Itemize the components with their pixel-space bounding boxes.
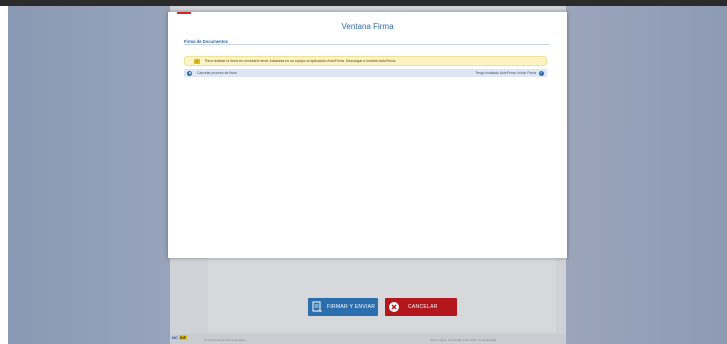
cancel-signature-link[interactable]: Cancelar proceso de firma xyxy=(197,71,237,75)
gear-icon xyxy=(187,70,192,76)
sign-and-send-label: FIRMAR Y ENVIAR xyxy=(327,304,376,310)
sign-and-send-button[interactable]: FIRMAR Y ENVIAR xyxy=(308,298,378,316)
cancel-button[interactable]: CANCELAR xyxy=(385,298,457,316)
signature-status-bar: Cancelar proceso de firma Tengo instalad… xyxy=(184,69,547,77)
footer-badge-text: NC xyxy=(172,335,178,340)
start-signature-link[interactable]: Tengo instalado AutoFirma. Iniciar Firma… xyxy=(475,70,544,76)
background-form-panel xyxy=(208,258,556,332)
section-divider xyxy=(184,44,550,45)
autofirma-warning: ! Para realizar la firma es necesario te… xyxy=(184,56,547,66)
warning-icon: ! xyxy=(194,58,200,64)
start-signature-text: Tengo instalado AutoFirma. Iniciar Firma xyxy=(475,71,536,75)
warning-text[interactable]: Para realizar la firma es necesario tene… xyxy=(205,59,395,63)
footer-copyright: Todos los derechos reservados xyxy=(204,338,246,342)
check-circle-icon: ✓ xyxy=(539,70,544,76)
close-circle-icon xyxy=(387,300,401,314)
footer-badge: NC INF xyxy=(172,335,188,340)
document-sign-icon xyxy=(310,300,324,314)
modal-title: Ventana Firma xyxy=(341,22,394,31)
modal-accent-bar xyxy=(177,12,191,14)
signature-modal: Ventana Firma Firma de Documentos ! Para… xyxy=(168,12,567,258)
footer-badge-yellow: INF xyxy=(178,335,188,340)
footer-links[interactable]: Aviso Legal | Privacidad | Contacto | Ac… xyxy=(430,338,496,342)
cancel-label: CANCELAR xyxy=(408,304,438,310)
